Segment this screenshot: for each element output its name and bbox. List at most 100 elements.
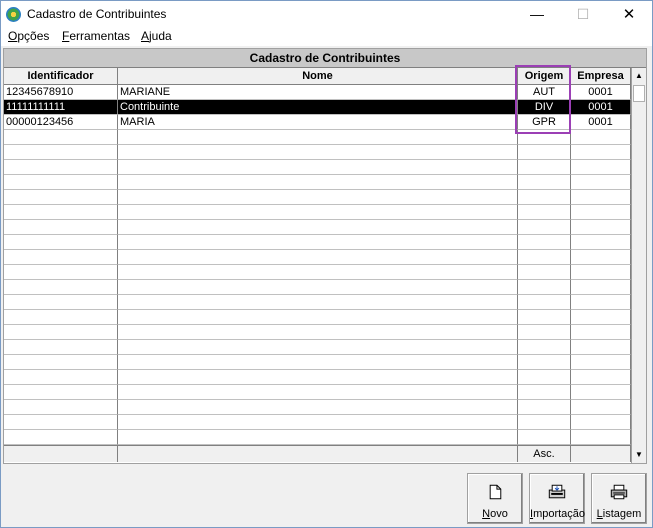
cell-identificador[interactable] xyxy=(4,205,118,220)
cell-empresa[interactable] xyxy=(571,430,631,445)
cell-origem[interactable] xyxy=(518,295,571,310)
table-row[interactable] xyxy=(4,355,631,370)
cell-nome[interactable] xyxy=(118,175,518,190)
cell-empresa[interactable] xyxy=(571,295,631,310)
table-row[interactable] xyxy=(4,340,631,355)
cell-origem[interactable] xyxy=(518,265,571,280)
cell-empresa[interactable] xyxy=(571,250,631,265)
cell-origem[interactable] xyxy=(518,190,571,205)
column-header-nome[interactable]: Nome xyxy=(118,68,518,85)
cell-identificador[interactable] xyxy=(4,400,118,415)
cell-origem[interactable] xyxy=(518,175,571,190)
cell-origem[interactable] xyxy=(518,130,571,145)
cell-empresa[interactable] xyxy=(571,160,631,175)
cell-identificador[interactable] xyxy=(4,160,118,175)
cell-origem[interactable] xyxy=(518,325,571,340)
cell-identificador[interactable]: 00000123456 xyxy=(4,115,118,130)
vertical-scrollbar[interactable]: ▲ ▼ xyxy=(631,68,646,463)
cell-identificador[interactable] xyxy=(4,235,118,250)
cell-origem[interactable] xyxy=(518,355,571,370)
cell-nome[interactable] xyxy=(118,235,518,250)
cell-nome[interactable] xyxy=(118,370,518,385)
table-row[interactable] xyxy=(4,415,631,430)
novo-button[interactable]: Novo xyxy=(467,473,523,524)
menu-ajuda[interactable]: Ajuda xyxy=(141,29,172,43)
maximize-button[interactable]: ☐ xyxy=(560,1,606,28)
cell-nome[interactable] xyxy=(118,355,518,370)
cell-origem[interactable] xyxy=(518,250,571,265)
cell-origem[interactable]: AUT xyxy=(518,85,571,100)
cell-identificador[interactable] xyxy=(4,415,118,430)
cell-origem[interactable] xyxy=(518,430,571,445)
table-row[interactable] xyxy=(4,160,631,175)
cell-origem[interactable] xyxy=(518,400,571,415)
table-row[interactable] xyxy=(4,265,631,280)
cell-origem[interactable] xyxy=(518,370,571,385)
cell-empresa[interactable] xyxy=(571,205,631,220)
cell-identificador[interactable]: 11111111111 xyxy=(4,100,118,115)
cell-origem[interactable] xyxy=(518,160,571,175)
menu-opcoes[interactable]: Opções xyxy=(8,29,49,43)
importacao-button[interactable]: Importação xyxy=(529,473,585,524)
cell-identificador[interactable] xyxy=(4,280,118,295)
cell-nome[interactable] xyxy=(118,265,518,280)
table-row[interactable]: 00000123456 MARIA GPR 0001 xyxy=(4,115,631,130)
cell-nome[interactable] xyxy=(118,220,518,235)
cell-nome[interactable] xyxy=(118,430,518,445)
scroll-thumb[interactable] xyxy=(633,85,645,102)
table-row[interactable] xyxy=(4,280,631,295)
table-row[interactable] xyxy=(4,250,631,265)
cell-nome[interactable] xyxy=(118,205,518,220)
cell-origem[interactable] xyxy=(518,340,571,355)
cell-origem[interactable] xyxy=(518,220,571,235)
table-row[interactable] xyxy=(4,325,631,340)
cell-identificador[interactable] xyxy=(4,250,118,265)
cell-identificador[interactable]: 12345678910 xyxy=(4,85,118,100)
cell-identificador[interactable] xyxy=(4,145,118,160)
cell-identificador[interactable] xyxy=(4,340,118,355)
cell-nome[interactable] xyxy=(118,310,518,325)
sort-indicator[interactable]: Asc. xyxy=(518,446,571,462)
minimize-button[interactable]: — xyxy=(514,1,560,28)
cell-nome[interactable]: Contribuinte xyxy=(118,100,518,115)
column-header-identificador[interactable]: Identificador xyxy=(4,68,118,85)
cell-nome[interactable] xyxy=(118,190,518,205)
scroll-down-icon[interactable]: ▼ xyxy=(632,447,646,462)
title-bar[interactable]: Cadastro de Contribuintes — ☐ ✕ xyxy=(1,1,652,28)
cell-nome[interactable] xyxy=(118,325,518,340)
cell-empresa[interactable]: 0001 xyxy=(571,100,631,115)
cell-empresa[interactable] xyxy=(571,370,631,385)
table-row[interactable] xyxy=(4,220,631,235)
table-row[interactable] xyxy=(4,430,631,445)
cell-nome[interactable] xyxy=(118,340,518,355)
column-header-empresa[interactable]: Empresa xyxy=(571,68,631,85)
cell-empresa[interactable] xyxy=(571,415,631,430)
cell-empresa[interactable] xyxy=(571,340,631,355)
cell-nome[interactable] xyxy=(118,415,518,430)
cell-identificador[interactable] xyxy=(4,295,118,310)
contribuintes-grid[interactable]: Cadastro de Contribuintes Identificador … xyxy=(3,48,647,464)
cell-identificador[interactable] xyxy=(4,190,118,205)
cell-origem[interactable] xyxy=(518,415,571,430)
cell-identificador[interactable] xyxy=(4,325,118,340)
table-row[interactable] xyxy=(4,205,631,220)
cell-empresa[interactable] xyxy=(571,400,631,415)
cell-empresa[interactable] xyxy=(571,130,631,145)
cell-origem[interactable]: GPR xyxy=(518,115,571,130)
table-row[interactable] xyxy=(4,295,631,310)
cell-nome[interactable] xyxy=(118,130,518,145)
column-header-origem[interactable]: Origem xyxy=(518,68,571,85)
menu-ferramentas[interactable]: Ferramentas xyxy=(62,29,130,43)
close-button[interactable]: ✕ xyxy=(606,1,652,28)
table-row[interactable] xyxy=(4,310,631,325)
cell-empresa[interactable]: 0001 xyxy=(571,85,631,100)
table-row[interactable] xyxy=(4,385,631,400)
cell-empresa[interactable] xyxy=(571,220,631,235)
cell-identificador[interactable] xyxy=(4,130,118,145)
cell-nome[interactable]: MARIA xyxy=(118,115,518,130)
cell-identificador[interactable] xyxy=(4,370,118,385)
cell-identificador[interactable] xyxy=(4,385,118,400)
table-row[interactable] xyxy=(4,145,631,160)
table-row[interactable] xyxy=(4,130,631,145)
cell-empresa[interactable] xyxy=(571,280,631,295)
